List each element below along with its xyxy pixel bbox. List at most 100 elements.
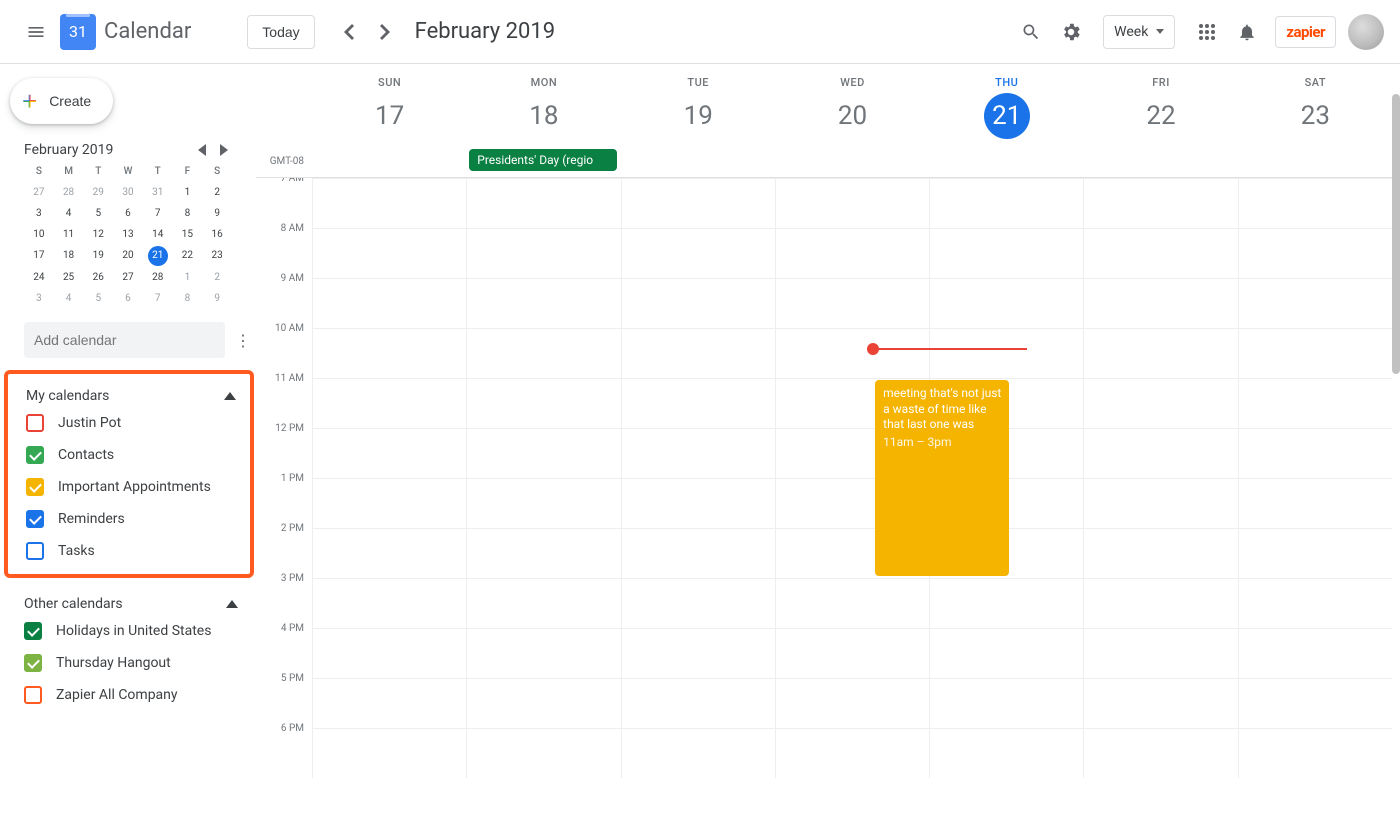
mini-day[interactable]: 18	[54, 250, 84, 262]
day-column-header[interactable]: SUN17	[312, 64, 466, 177]
calendar-item[interactable]: Contacts	[26, 446, 236, 464]
view-select[interactable]: Week	[1103, 15, 1175, 49]
mini-day[interactable]: 14	[143, 229, 173, 240]
mini-day[interactable]: 25	[54, 272, 84, 283]
mini-day[interactable]: 24	[24, 272, 54, 283]
mini-day[interactable]: 7	[143, 293, 173, 304]
collapse-my-calendars[interactable]	[224, 392, 236, 400]
mini-day[interactable]: 5	[83, 208, 113, 219]
mini-day[interactable]: 8	[173, 208, 203, 219]
mini-day[interactable]: 27	[24, 187, 54, 198]
mini-day[interactable]: 4	[54, 208, 84, 219]
mini-day[interactable]: 16	[202, 229, 232, 240]
mini-day[interactable]: 10	[24, 229, 54, 240]
hour-row[interactable]: 11 AM	[312, 378, 1392, 428]
calendar-event[interactable]: meeting that's not just a waste of time …	[875, 380, 1009, 576]
mini-day[interactable]: 21	[148, 246, 168, 266]
day-column-header[interactable]: MON18Presidents' Day (regio	[466, 64, 620, 177]
scrollbar-thumb[interactable]	[1392, 94, 1400, 374]
add-calendar-input[interactable]	[24, 322, 225, 358]
day-number[interactable]: 23	[1292, 93, 1338, 139]
mini-day[interactable]: 28	[143, 272, 173, 283]
hour-row[interactable]: 9 AM	[312, 278, 1392, 328]
mini-day[interactable]: 13	[113, 229, 143, 240]
today-button[interactable]: Today	[247, 15, 314, 49]
mini-day[interactable]: 2	[202, 272, 232, 283]
mini-day[interactable]: 7	[143, 208, 173, 219]
mini-day[interactable]: 6	[113, 208, 143, 219]
mini-day[interactable]: 2	[202, 187, 232, 198]
account-avatar[interactable]	[1348, 14, 1384, 50]
grid-body[interactable]: 7 AM8 AM9 AM10 AM11 AM12 PM1 PM2 PM3 PM4…	[256, 178, 1392, 813]
search-button[interactable]	[1011, 12, 1051, 52]
calendar-checkbox[interactable]	[26, 414, 44, 432]
create-event-button[interactable]: + Create	[10, 78, 113, 124]
calendar-checkbox[interactable]	[26, 446, 44, 464]
collapse-other-calendars[interactable]	[226, 600, 238, 608]
mini-day[interactable]: 15	[173, 229, 203, 240]
hour-row[interactable]: 1 PM	[312, 478, 1392, 528]
day-number[interactable]: 17	[367, 93, 413, 139]
mini-day[interactable]: 19	[83, 250, 113, 262]
day-number[interactable]: 21	[984, 93, 1030, 139]
day-number[interactable]: 18	[521, 93, 567, 139]
hour-row[interactable]: 7 AM	[312, 178, 1392, 228]
mini-day[interactable]: 30	[113, 187, 143, 198]
mini-day[interactable]: 22	[173, 250, 203, 262]
mini-day[interactable]: 11	[54, 229, 84, 240]
mini-day[interactable]: 28	[54, 187, 84, 198]
calendar-checkbox[interactable]	[24, 654, 42, 672]
mini-day[interactable]: 27	[113, 272, 143, 283]
day-column-header[interactable]: WED20	[775, 64, 929, 177]
mini-day[interactable]: 17	[24, 250, 54, 262]
mini-day[interactable]: 29	[83, 187, 113, 198]
day-number[interactable]: 20	[829, 93, 875, 139]
day-column-header[interactable]: SAT23	[1238, 64, 1392, 177]
day-column-header[interactable]: FRI22	[1083, 64, 1237, 177]
main-menu-button[interactable]	[16, 12, 56, 52]
calendar-checkbox[interactable]	[26, 542, 44, 560]
day-column-header[interactable]: THU21	[929, 64, 1083, 177]
google-apps-button[interactable]	[1187, 12, 1227, 52]
calendar-item[interactable]: Thursday Hangout	[24, 654, 238, 672]
calendar-checkbox[interactable]	[24, 686, 42, 704]
day-column-header[interactable]: TUE19	[621, 64, 775, 177]
hour-row[interactable]: 6 PM	[312, 728, 1392, 778]
hour-row[interactable]: 10 AM	[312, 328, 1392, 378]
day-number[interactable]: 22	[1138, 93, 1184, 139]
notifications-button[interactable]	[1227, 12, 1267, 52]
calendar-item[interactable]: Justin Pot	[26, 414, 236, 432]
hour-row[interactable]: 3 PM	[312, 578, 1392, 628]
mini-day[interactable]: 31	[143, 187, 173, 198]
mini-day[interactable]: 1	[173, 272, 203, 283]
calendar-item[interactable]: Zapier All Company	[24, 686, 238, 704]
day-number[interactable]: 19	[675, 93, 721, 139]
mini-day[interactable]: 9	[202, 293, 232, 304]
mini-day[interactable]: 3	[24, 208, 54, 219]
app-logo[interactable]: 31 Calendar	[60, 14, 191, 50]
calendar-item[interactable]: Tasks	[26, 542, 236, 560]
mini-day[interactable]: 5	[83, 293, 113, 304]
mini-next-month[interactable]	[216, 140, 232, 160]
mini-day[interactable]: 23	[202, 250, 232, 262]
hour-row[interactable]: 12 PM	[312, 428, 1392, 478]
mini-day[interactable]: 8	[173, 293, 203, 304]
mini-day[interactable]: 26	[83, 272, 113, 283]
prev-week-button[interactable]	[331, 14, 367, 50]
mini-day[interactable]: 6	[113, 293, 143, 304]
zapier-extension-badge[interactable]: zapier	[1275, 16, 1336, 48]
add-calendar-options[interactable]: ⋮	[231, 331, 255, 350]
calendar-item[interactable]: Important Appointments	[26, 478, 236, 496]
settings-button[interactable]	[1051, 12, 1091, 52]
mini-day[interactable]: 12	[83, 229, 113, 240]
mini-day[interactable]: 3	[24, 293, 54, 304]
calendar-checkbox[interactable]	[24, 622, 42, 640]
calendar-item[interactable]: Holidays in United States	[24, 622, 238, 640]
mini-prev-month[interactable]	[194, 140, 210, 160]
calendar-checkbox[interactable]	[26, 510, 44, 528]
hour-row[interactable]: 2 PM	[312, 528, 1392, 578]
hour-row[interactable]: 8 AM	[312, 228, 1392, 278]
scrollbar[interactable]	[1392, 64, 1400, 813]
mini-day[interactable]: 4	[54, 293, 84, 304]
calendar-checkbox[interactable]	[26, 478, 44, 496]
